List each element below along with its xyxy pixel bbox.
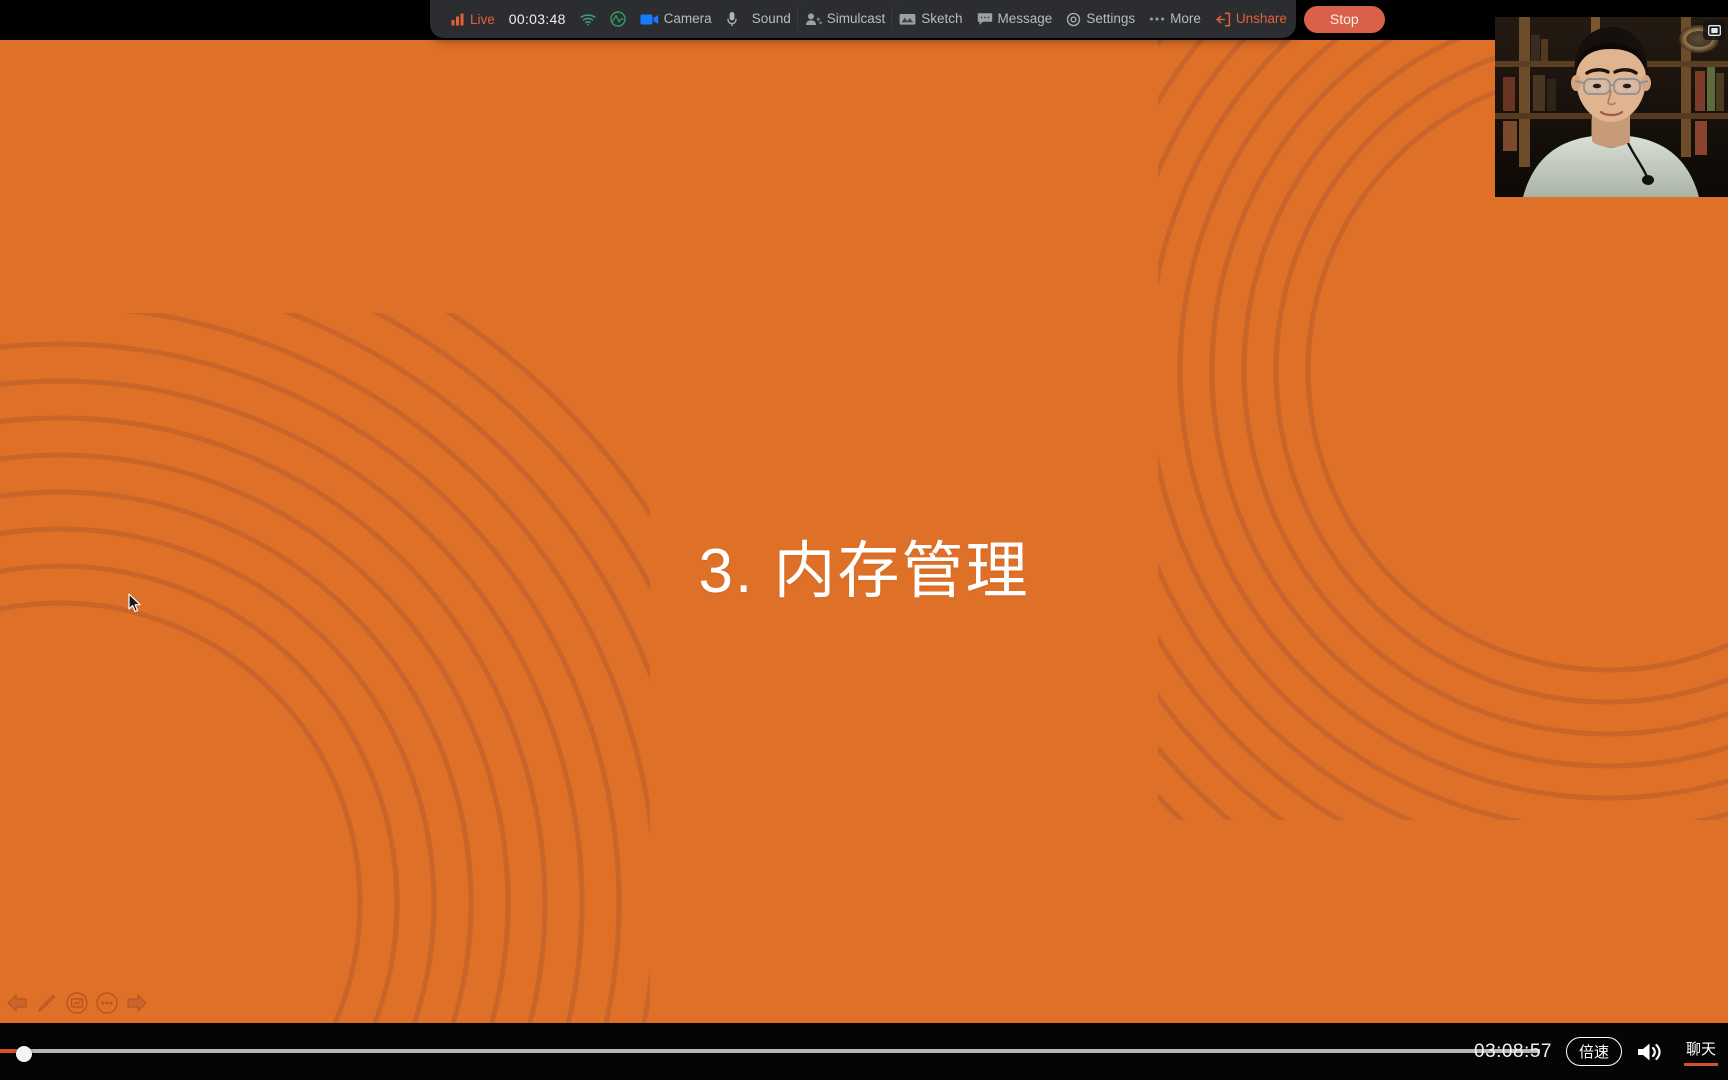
simulcast-button[interactable]: Simulcast: [798, 6, 893, 32]
unshare-icon: [1215, 11, 1231, 27]
time-display: 03:08:57: [1474, 1040, 1552, 1062]
arrow-left-icon: [7, 994, 27, 1012]
gear-icon: [1066, 12, 1081, 27]
camera-toggle[interactable]: Camera: [633, 6, 719, 32]
progress-scrubber[interactable]: [0, 1045, 1540, 1062]
volume-button[interactable]: [1636, 1040, 1664, 1064]
unshare-label: Unshare: [1235, 11, 1287, 27]
audio-monitor[interactable]: [603, 6, 633, 32]
simulcast-icon: [805, 12, 822, 26]
player-controls: 03:08:57 倍速 聊天: [1474, 1023, 1728, 1080]
ellipsis-icon: [1149, 16, 1165, 22]
settings-label: Settings: [1086, 11, 1136, 27]
sound-label: Sound: [751, 11, 791, 27]
ellipsis-circle-icon: [96, 992, 118, 1014]
message-icon: [977, 12, 993, 26]
more-options-button[interactable]: [94, 990, 120, 1016]
progress-track: [18, 1049, 1540, 1053]
camera-label: Camera: [663, 11, 712, 27]
simulcast-label: Simulcast: [826, 11, 886, 27]
timer-value: 00:03:48: [508, 11, 566, 27]
wifi-icon: [580, 13, 596, 26]
sketch-button[interactable]: Sketch: [892, 6, 969, 32]
chat-label: 聊天: [1685, 1040, 1716, 1058]
presentation-slide: 3. 内存管理: [0, 40, 1728, 1023]
message-label: Message: [997, 11, 1053, 27]
progress-handle[interactable]: [16, 1046, 32, 1062]
audio-monitor-icon: [609, 11, 626, 27]
chat-tab-underline: [1684, 1062, 1718, 1066]
unshare-button[interactable]: Unshare: [1208, 6, 1294, 32]
signal-indicator[interactable]: Live: [444, 6, 502, 32]
camera-icon: [640, 13, 659, 26]
pencil-icon: [38, 994, 56, 1012]
more-button[interactable]: More: [1142, 6, 1208, 32]
presentation-icon: [66, 992, 88, 1014]
pip-window-icon: [1707, 24, 1721, 36]
live-label: Live: [470, 11, 495, 27]
playback-speed-button[interactable]: 倍速: [1565, 1037, 1622, 1066]
wifi-status[interactable]: [573, 6, 603, 32]
page-title: 3. 内存管理: [698, 537, 1030, 606]
stop-button[interactable]: Stop: [1303, 5, 1385, 33]
decorative-arcs-left: [0, 313, 650, 1023]
pen-tool-button[interactable]: [34, 990, 60, 1016]
microphone-icon: [726, 11, 738, 27]
slide-controls: [4, 987, 150, 1019]
webcam-pip[interactable]: [1495, 17, 1728, 197]
sketch-icon: [899, 13, 916, 26]
chat-tab[interactable]: 聊天: [1680, 1038, 1722, 1066]
sound-button[interactable]: Sound: [745, 6, 798, 32]
volume-icon: [1638, 1043, 1661, 1060]
session-timer: 00:03:48: [502, 6, 573, 32]
slide-view-button[interactable]: [64, 990, 90, 1016]
screen-share-toolbar: Live 00:03:48 Camera Sound Simulcast Ske…: [430, 0, 1385, 38]
pip-window-button[interactable]: [1703, 20, 1725, 40]
next-slide-button[interactable]: [124, 990, 150, 1016]
arrow-right-icon: [127, 994, 147, 1012]
more-label: More: [1170, 11, 1201, 27]
signal-bars-icon: [451, 13, 465, 26]
sketch-label: Sketch: [921, 11, 963, 27]
message-button[interactable]: Message: [970, 6, 1060, 32]
webcam-video: [1495, 17, 1728, 197]
settings-button[interactable]: Settings: [1059, 6, 1142, 32]
microphone-toggle[interactable]: [719, 6, 745, 32]
previous-slide-button[interactable]: [4, 990, 30, 1016]
video-player-bar: 03:08:57 倍速 聊天: [0, 1023, 1728, 1080]
